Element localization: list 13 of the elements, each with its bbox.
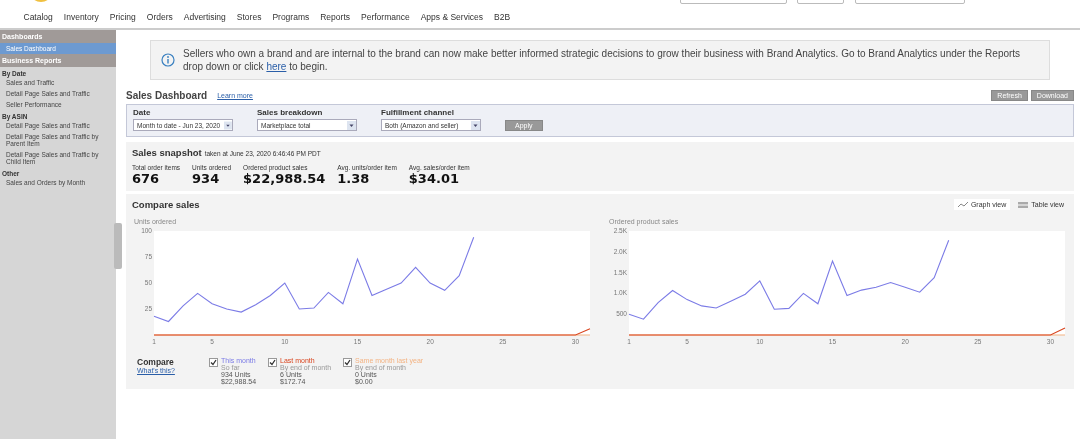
filter-label: Date (133, 108, 152, 117)
section-title: Compare sales (132, 199, 200, 210)
filter-label: Sales breakdown (257, 108, 324, 117)
metric-value: $22,988.54 (243, 171, 326, 186)
legend-title: Compare (137, 357, 175, 367)
page-title: Sales Dashboard (126, 90, 208, 101)
metric-value: 934 (192, 171, 221, 186)
banner-text: Sellers who own a brand and are internal to the brand can now make better informed strategic decisions to grow their business with Brand Analytics. Go to Brand Analytics under the Reports drop down or click here to begin. (183, 47, 1022, 73)
metric-value: 1.38 (337, 171, 371, 186)
section-title: Sales snapshot (132, 147, 202, 158)
filter-label: Fulfillment channel (381, 108, 455, 117)
metric-value: $34.01 (408, 171, 460, 186)
metric-value: 676 (132, 171, 161, 186)
